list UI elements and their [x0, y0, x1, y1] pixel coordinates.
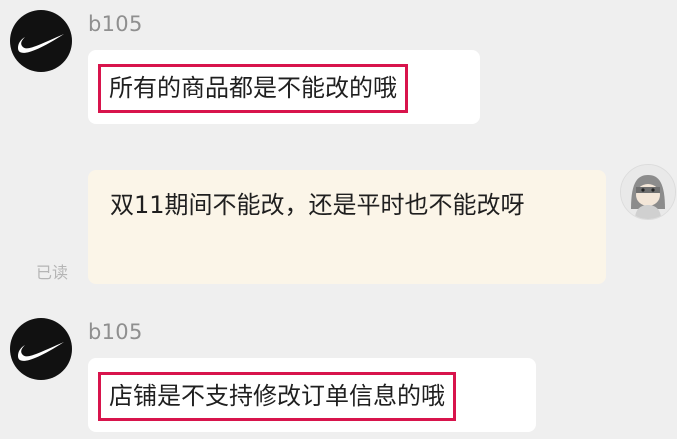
cartoon-character-avatar-icon [621, 165, 675, 219]
message-text: 所有的商品都是不能改的哦 [98, 64, 408, 113]
sender-name: b105 [88, 12, 143, 36]
read-status: 已读 [36, 263, 69, 282]
sender-avatar[interactable] [10, 318, 72, 380]
sender-avatar[interactable] [10, 10, 72, 72]
swoosh-icon [18, 342, 64, 361]
message-bubble-incoming[interactable]: 店铺是不支持修改订单信息的哦 [88, 358, 536, 432]
message-text: 店铺是不支持修改订单信息的哦 [98, 372, 456, 421]
user-avatar[interactable] [620, 164, 676, 220]
swoosh-icon [18, 34, 64, 53]
message-bubble-incoming[interactable]: 所有的商品都是不能改的哦 [88, 50, 480, 124]
sender-name: b105 [88, 320, 143, 344]
chat-thread: b105 所有的商品都是不能改的哦 双11期间不能改，还是平时也不能改呀 已读 … [0, 0, 677, 439]
message-bubble-outgoing[interactable]: 双11期间不能改，还是平时也不能改呀 [88, 170, 606, 284]
message-text: 双11期间不能改，还是平时也不能改呀 [110, 191, 525, 219]
